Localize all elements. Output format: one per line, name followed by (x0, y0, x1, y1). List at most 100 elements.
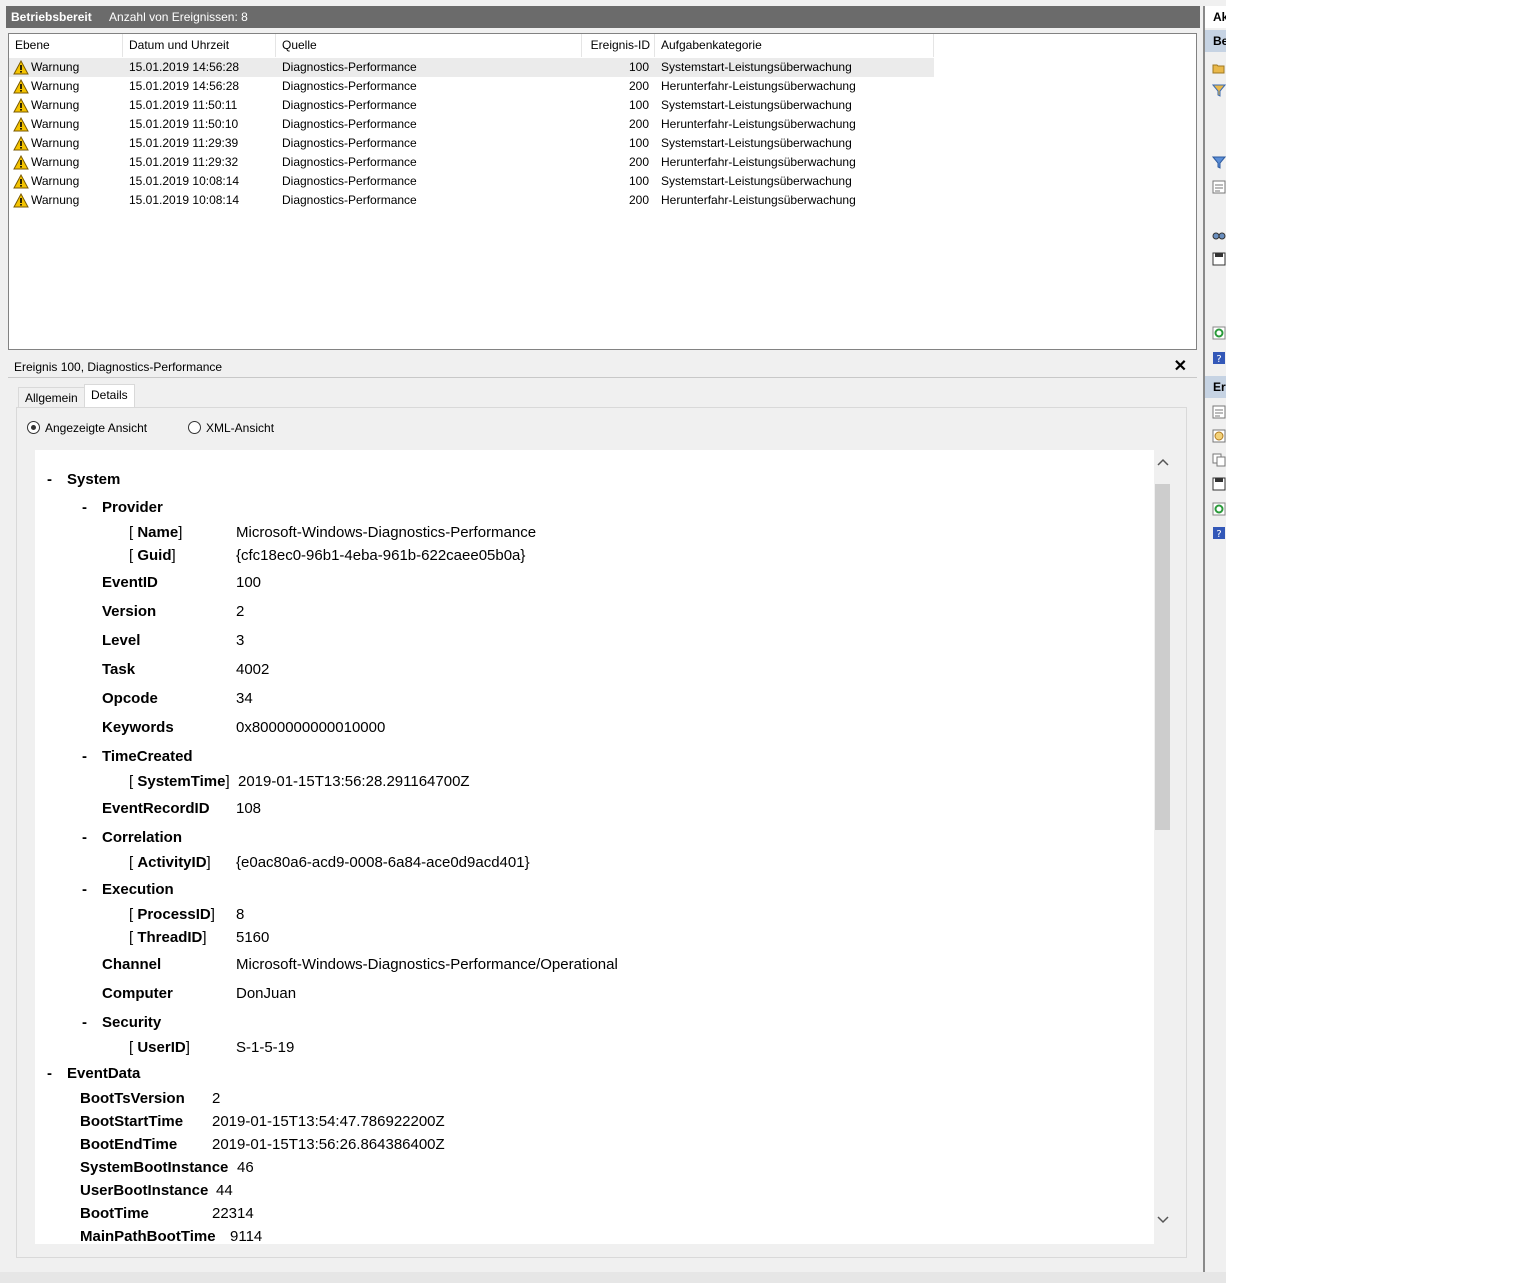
table-row[interactable]: Warnung 15.01.2019 11:29:39 Diagnostics-Pe… (9, 134, 934, 153)
cell-datetime: 15.01.2019 14:56:28 (129, 79, 240, 93)
table-row[interactable]: Warnung 15.01.2019 11:50:10 Diagnostics-Pe… (9, 115, 934, 134)
radio-displayed-view[interactable]: Angezeigte Ansicht (27, 420, 147, 438)
filter-icon[interactable] (1212, 83, 1226, 97)
save-icon[interactable] (1212, 252, 1226, 266)
table-row[interactable]: Warnung 15.01.2019 14:56:28 Diagnostics-Pe… (9, 58, 934, 77)
actions-section-log[interactable]: Be (1205, 30, 1226, 52)
node-execution: Execution (102, 881, 174, 898)
value-userid: S-1-5-19 (236, 1039, 295, 1056)
collapse-toggle[interactable]: - (47, 471, 52, 488)
value-systembootinstance: 46 (237, 1159, 254, 1176)
key-mainpathboottime: MainPathBootTime (80, 1228, 216, 1244)
key-boottime: BootTime (80, 1205, 149, 1222)
refresh-icon[interactable] (1212, 502, 1226, 516)
cell-event-id: 200 (628, 193, 649, 207)
log-title: Betriebsbereit (11, 10, 92, 24)
radio-xml-view[interactable]: XML-Ansicht (188, 420, 274, 438)
cell-level: Warnung (31, 98, 80, 112)
cell-source: Diagnostics-Performance (282, 155, 417, 169)
actions-section-event[interactable]: Er (1205, 376, 1226, 398)
node-system: System (67, 471, 121, 488)
value-eventid: 100 (236, 574, 262, 591)
key-level: Level (102, 632, 141, 649)
value-version: 2 (236, 603, 245, 620)
warning-icon (13, 174, 29, 189)
close-icon[interactable]: ✕ (1174, 356, 1187, 378)
properties-icon[interactable] (1212, 180, 1226, 194)
key-systembootinstance: SystemBootInstance (80, 1159, 229, 1176)
cell-source: Diagnostics-Performance (282, 193, 417, 207)
attr-processid: [ ProcessID] (129, 906, 215, 923)
key-boottsversion: BootTsVersion (80, 1090, 185, 1107)
value-bootendtime: 2019-01-15T13:56:26.864386400Z (212, 1136, 445, 1153)
details-tab-panel: Angezeigte Ansicht XML-Ansicht - System … (16, 407, 1187, 1258)
chevron-down-icon[interactable] (1154, 1212, 1171, 1229)
cell-level: Warnung (31, 155, 80, 169)
find-icon[interactable] (1212, 228, 1226, 242)
table-row[interactable]: Warnung 15.01.2019 11:50:11 Diagnostics-Pe… (9, 96, 934, 115)
table-row[interactable]: Warnung 15.01.2019 14:56:28 Diagnostics-Pe… (9, 77, 934, 96)
key-bootstarttime: BootStartTime (80, 1113, 184, 1130)
copy-icon[interactable] (1212, 453, 1226, 467)
event-properties-icon[interactable] (1212, 405, 1226, 419)
event-detail-title-bar: Ereignis 100, Diagnostics-Performance ✕ (8, 356, 1197, 378)
cell-task-category: Systemstart-Leistungsüberwachung (661, 98, 852, 112)
radio-unselected-icon (188, 421, 201, 434)
cell-level: Warnung (31, 117, 80, 131)
value-mainpathboottime: 9114 (230, 1228, 263, 1244)
cell-source: Diagnostics-Performance (282, 174, 417, 188)
cell-event-id: 100 (628, 98, 649, 112)
table-row[interactable]: Warnung 15.01.2019 10:08:14 Diagnostics-Pe… (9, 172, 934, 191)
value-processid: 8 (236, 906, 245, 923)
details-scrollbar[interactable] (1154, 450, 1171, 1244)
column-header-datetime[interactable]: Datum und Uhrzeit (123, 34, 276, 57)
node-security: Security (102, 1014, 162, 1031)
column-header-source[interactable]: Quelle (276, 34, 582, 57)
event-list[interactable]: Ebene Datum und Uhrzeit Quelle Ereignis-… (8, 33, 1197, 350)
cell-datetime: 15.01.2019 11:50:10 (129, 117, 239, 131)
cell-datetime: 15.01.2019 11:50:11 (129, 98, 238, 112)
scrollbar-thumb[interactable] (1155, 484, 1170, 830)
tab-allgemein[interactable]: Allgemein (18, 387, 85, 409)
key-version: Version (102, 603, 157, 620)
column-header-event-id[interactable]: Ereignis-ID (582, 34, 655, 57)
key-bootendtime: BootEndTime (80, 1136, 178, 1153)
refresh-icon[interactable] (1212, 326, 1226, 340)
column-header-level[interactable]: Ebene (9, 34, 123, 57)
help-icon[interactable]: ? (1212, 351, 1226, 365)
table-row[interactable]: Warnung 15.01.2019 10:08:14 Diagnostics-Pe… (9, 191, 934, 210)
warning-icon (13, 136, 29, 151)
column-header-task-category[interactable]: Aufgabenkategorie (655, 34, 934, 57)
collapse-toggle[interactable]: - (82, 881, 87, 898)
cell-datetime: 15.01.2019 10:08:14 (129, 193, 240, 207)
attr-name: [ Name] (129, 524, 183, 541)
node-timecreated: TimeCreated (102, 748, 193, 765)
cell-event-id: 200 (628, 155, 649, 169)
attach-task-icon[interactable] (1212, 429, 1226, 443)
collapse-toggle[interactable]: - (82, 499, 87, 516)
warning-icon (13, 60, 29, 75)
collapse-toggle[interactable]: - (82, 1014, 87, 1031)
open-folder-icon[interactable] (1212, 61, 1226, 75)
value-activityid: {e0ac80a6-acd9-0008-6a84-ace0d9acd401} (236, 854, 530, 871)
save-icon[interactable] (1212, 477, 1226, 491)
radio-displayed-view-label: Angezeigte Ansicht (45, 421, 148, 435)
radio-xml-view-label: XML-Ansicht (206, 421, 275, 435)
value-computer: DonJuan (236, 985, 297, 1002)
attr-userid: [ UserID] (129, 1039, 190, 1056)
collapse-toggle[interactable]: - (47, 1065, 52, 1082)
filter-icon[interactable] (1212, 155, 1226, 169)
table-row[interactable]: Warnung 15.01.2019 11:29:32 Diagnostics-Pe… (9, 153, 934, 172)
key-task: Task (102, 661, 136, 678)
value-task: 4002 (236, 661, 270, 678)
cell-source: Diagnostics-Performance (282, 98, 417, 112)
cell-task-category: Systemstart-Leistungsüberwachung (661, 60, 852, 74)
tab-details[interactable]: Details (84, 384, 135, 409)
collapse-toggle[interactable]: - (82, 748, 87, 765)
cell-level: Warnung (31, 136, 80, 150)
attr-systemtime: [ SystemTime] (129, 773, 230, 790)
chevron-up-icon[interactable] (1154, 454, 1171, 471)
node-correlation: Correlation (102, 829, 183, 846)
collapse-toggle[interactable]: - (82, 829, 87, 846)
help-icon[interactable]: ? (1212, 526, 1226, 540)
